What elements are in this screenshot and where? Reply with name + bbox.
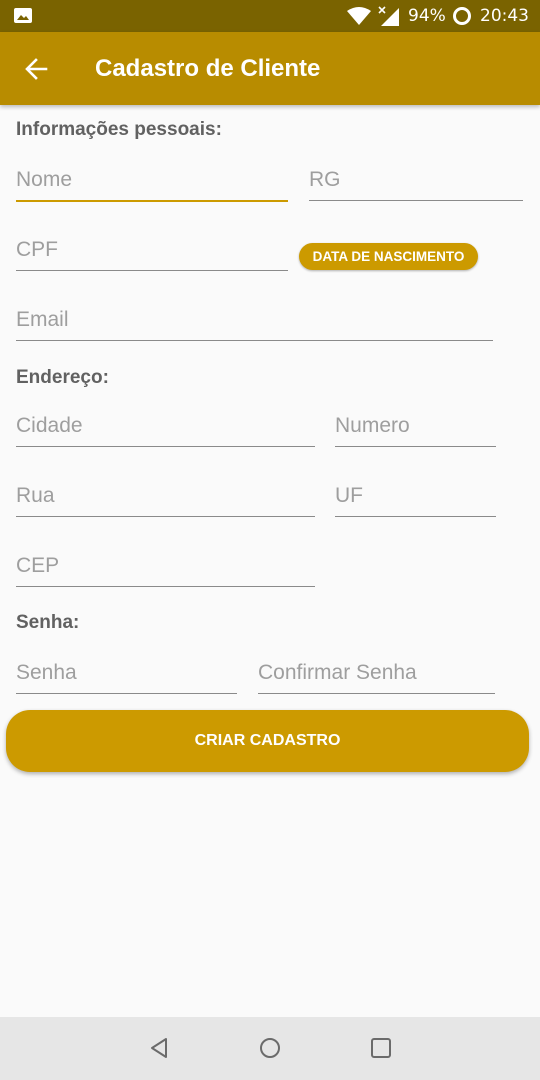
cidade-input[interactable] [16,406,315,446]
senha-input[interactable] [16,653,237,693]
status-bar: 94% 20:43 [0,0,540,32]
navigation-bar [0,1017,540,1080]
confirmar-senha-input[interactable] [258,653,495,693]
section-address: Endereço: [16,367,109,388]
nome-input[interactable] [16,160,288,200]
cpf-input[interactable] [16,230,288,270]
battery-percentage: 94% [408,6,446,26]
numero-input[interactable] [335,406,496,446]
status-time: 20:43 [480,6,529,26]
app-bar: Cadastro de Cliente [0,32,540,105]
rg-input[interactable] [309,160,523,200]
numero-field[interactable] [335,406,496,447]
email-input[interactable] [16,300,493,340]
section-password: Senha: [16,612,80,633]
create-account-button[interactable]: CRIAR CADASTRO [6,710,529,772]
cpf-field[interactable] [16,230,288,271]
gallery-icon [14,8,32,23]
signal-icon [377,6,399,30]
senha-field[interactable] [16,653,237,694]
home-circle-icon[interactable] [259,1037,281,1063]
wifi-icon [347,7,371,29]
battery-icon [452,6,472,30]
page-title: Cadastro de Cliente [95,55,321,82]
uf-field[interactable] [335,476,496,517]
nome-field[interactable] [16,160,288,202]
cep-field[interactable] [16,546,315,587]
uf-input[interactable] [335,476,496,516]
recents-square-icon[interactable] [370,1037,392,1063]
cep-input[interactable] [16,546,315,586]
section-personal-info: Informações pessoais: [16,119,222,140]
cidade-field[interactable] [16,406,315,447]
back-triangle-icon[interactable] [148,1037,170,1063]
rg-field[interactable] [309,160,523,201]
email-field[interactable] [16,300,493,341]
rua-input[interactable] [16,476,315,516]
rua-field[interactable] [16,476,315,517]
back-arrow-icon[interactable] [22,54,52,84]
birth-date-button[interactable]: DATA DE NASCIMENTO [299,243,478,270]
confirmar-senha-field[interactable] [258,653,495,694]
